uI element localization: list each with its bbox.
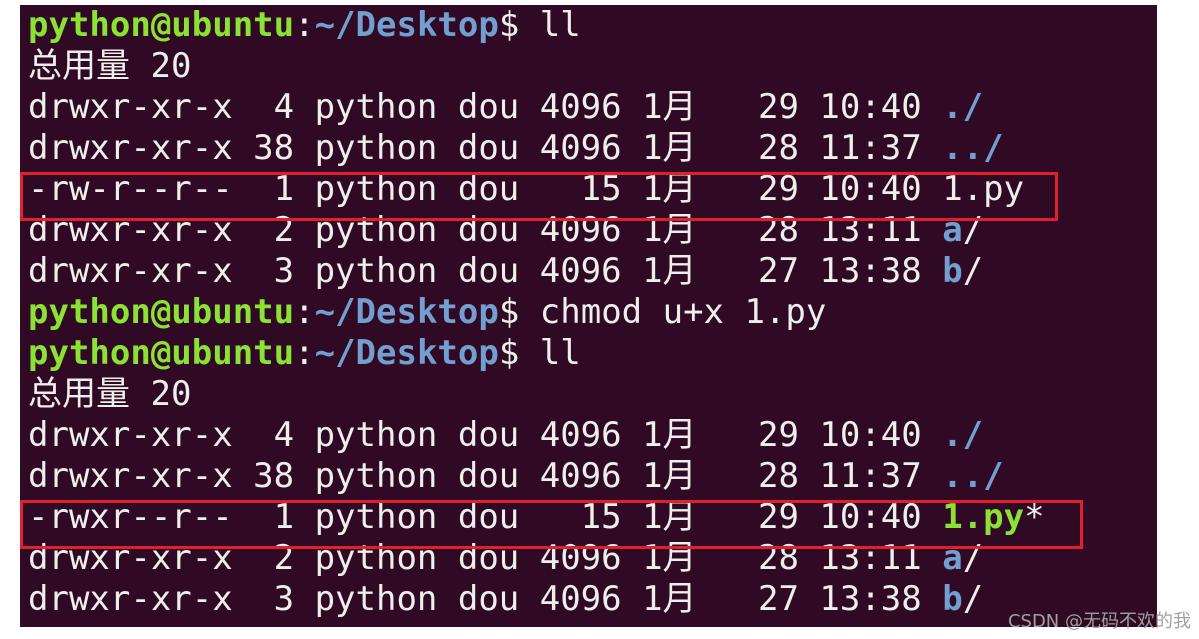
dir-name: ./	[942, 87, 984, 127]
row-details: drwxr-xr-x 3 python dou 4096 1月 27 13:38	[28, 251, 943, 291]
highlight-box-after	[20, 500, 1083, 549]
prompt-path: ~/Desktop	[314, 292, 499, 332]
dir-name: ./	[942, 415, 984, 455]
prompt-user: python@ubuntu	[28, 292, 295, 332]
row-details: drwxr-xr-x 38 python dou 4096 1月 28 11:3…	[28, 456, 943, 496]
prompt-line-2: python@ubuntu:~/Desktop$ chmod u+x 1.py	[28, 292, 826, 333]
prompt-colon: :	[294, 333, 315, 373]
dir-name: b	[942, 579, 963, 619]
prompt-line-1: python@ubuntu:~/Desktop$ ll	[28, 5, 581, 46]
listing-row: drwxr-xr-x 3 python dou 4096 1月 27 13:38…	[28, 251, 983, 292]
prompt-user: python@ubuntu	[28, 333, 295, 373]
listing-row: drwxr-xr-x 38 python dou 4096 1月 28 11:3…	[28, 456, 1004, 497]
dir-slash: /	[962, 579, 984, 619]
listing-row: drwxr-xr-x 4 python dou 4096 1月 29 10:40…	[28, 87, 983, 128]
dir-name: ../	[942, 456, 1004, 496]
command-text: ll	[539, 333, 581, 373]
total-line-1: 总用量 20	[28, 46, 192, 86]
row-details: drwxr-xr-x 38 python dou 4096 1月 28 11:3…	[28, 128, 943, 168]
prompt-symbol: $	[498, 333, 540, 373]
listing-row: drwxr-xr-x 38 python dou 4096 1月 28 11:3…	[28, 128, 1004, 169]
row-details: drwxr-xr-x 4 python dou 4096 1月 29 10:40	[28, 87, 943, 127]
command-text: ll	[539, 5, 581, 45]
watermark: CSDN @无码不欢的我	[1007, 611, 1191, 632]
prompt-symbol: $	[498, 5, 540, 45]
command-text: chmod u+x 1.py	[539, 292, 827, 332]
listing-row: drwxr-xr-x 3 python dou 4096 1月 27 13:38…	[28, 579, 983, 620]
prompt-colon: :	[294, 292, 315, 332]
prompt-path: ~/Desktop	[314, 5, 499, 45]
prompt-colon: :	[294, 5, 315, 45]
dir-name: ../	[942, 128, 1004, 168]
row-details: drwxr-xr-x 3 python dou 4096 1月 27 13:38	[28, 579, 943, 619]
prompt-line-3: python@ubuntu:~/Desktop$ ll	[28, 333, 581, 374]
row-details: drwxr-xr-x 4 python dou 4096 1月 29 10:40	[28, 415, 943, 455]
prompt-user: python@ubuntu	[28, 5, 295, 45]
dir-name: b	[942, 251, 963, 291]
total-line-2: 总用量 20	[28, 374, 192, 414]
highlight-box-before	[20, 172, 1058, 221]
prompt-path: ~/Desktop	[314, 333, 499, 373]
listing-row: drwxr-xr-x 4 python dou 4096 1月 29 10:40…	[28, 415, 983, 456]
dir-slash: /	[962, 251, 984, 291]
prompt-symbol: $	[498, 292, 540, 332]
